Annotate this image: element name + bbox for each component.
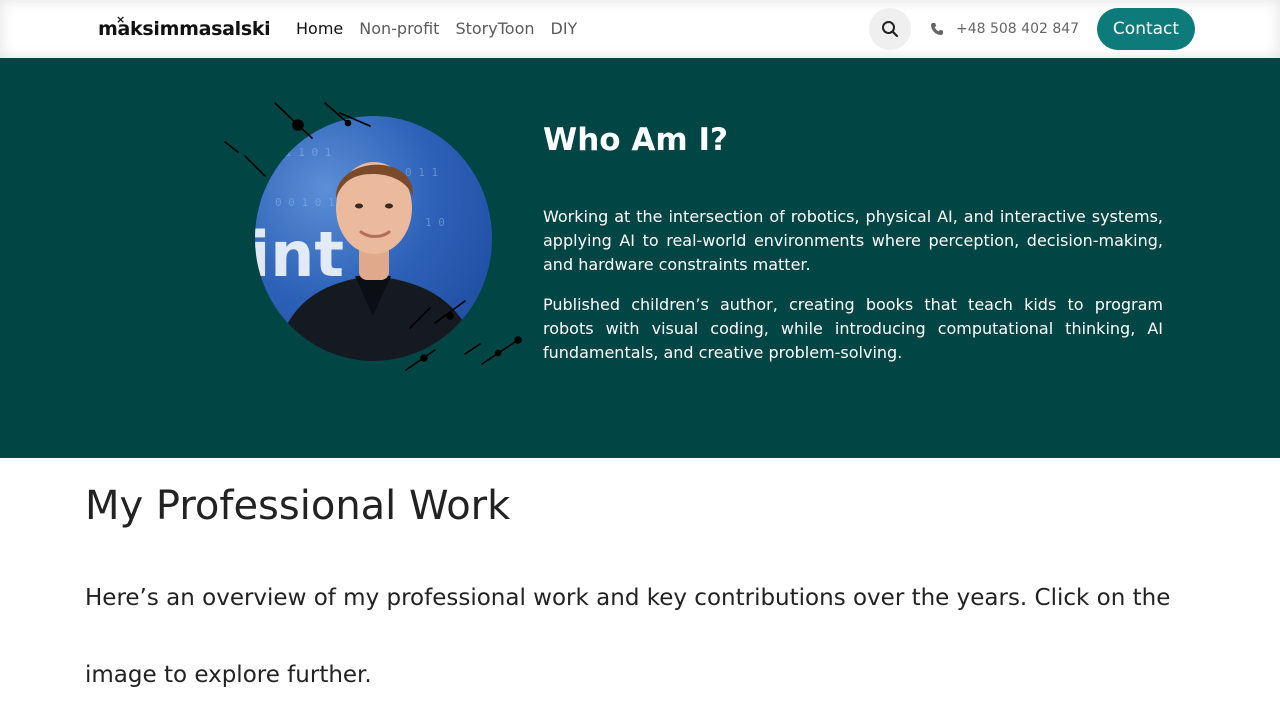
search-button[interactable] [869, 8, 911, 50]
hero-paragraph-1: Working at the intersection of robotics,… [543, 207, 1163, 274]
site-header: × maksimmasalski Home Non-profit StoryTo… [0, 0, 1280, 58]
svg-text:0 0 1 0 1: 0 0 1 0 1 [275, 196, 335, 209]
contact-button[interactable]: Contact [1097, 8, 1195, 50]
logo-mark: × [116, 13, 125, 26]
nav-home[interactable]: Home [296, 18, 343, 40]
site-logo[interactable]: × maksimmasalski [98, 13, 271, 44]
nav-storytoon[interactable]: StoryToon [455, 18, 534, 40]
phone-link[interactable]: +48 508 402 847 [930, 19, 1079, 39]
svg-text:1 0: 1 0 [425, 216, 445, 229]
work-section-title: My Professional Work [85, 483, 511, 529]
svg-text:int: int [255, 218, 344, 291]
svg-text:0 1 1: 0 1 1 [405, 166, 438, 179]
phone-number: +48 508 402 847 [956, 21, 1080, 37]
search-icon [882, 21, 899, 38]
nav-diy[interactable]: DIY [551, 18, 578, 40]
main-nav: Home Non-profit StoryToon DIY [296, 18, 577, 40]
nav-non-profit[interactable]: Non-profit [359, 18, 439, 40]
who-am-i-section: 1 1 0 1 0 1 1 0 0 1 0 1 1 0 int Who Am I… [0, 58, 1280, 458]
portrait-block: 1 1 0 1 0 1 1 0 0 1 0 1 1 0 int [220, 98, 530, 378]
svg-text:1 1 0 1: 1 1 0 1 [285, 146, 331, 159]
hero-paragraph-2: Published children’s author, creating bo… [543, 295, 1163, 362]
hero-title: Who Am I? [543, 122, 728, 158]
phone-icon [931, 23, 943, 35]
profile-photo: 1 1 0 1 0 1 1 0 0 1 0 1 1 0 int [255, 116, 492, 361]
work-intro-text: Here’s an overview of my professional wo… [85, 585, 1171, 688]
